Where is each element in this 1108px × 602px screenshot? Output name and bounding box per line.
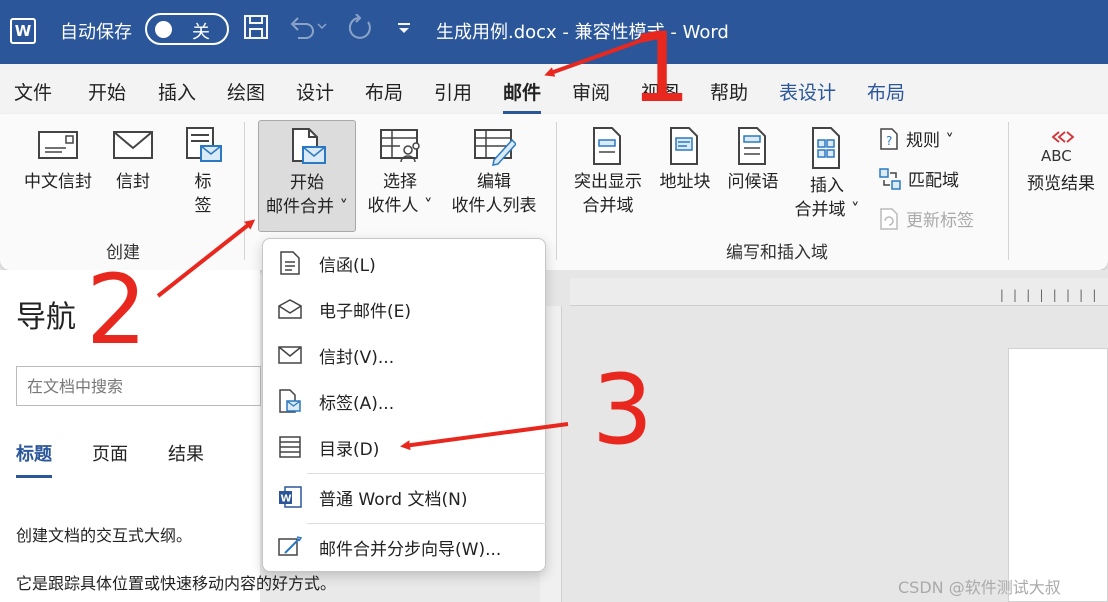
annotation-arrow-2 bbox=[156, 219, 256, 298]
annotation-number-1: 1 bbox=[630, 12, 692, 124]
annotation-number-2: 2 bbox=[86, 254, 148, 366]
annotation-arrows bbox=[156, 36, 649, 451]
annotation-arrow-3 bbox=[400, 422, 569, 451]
annotation-number-3: 3 bbox=[592, 354, 654, 466]
